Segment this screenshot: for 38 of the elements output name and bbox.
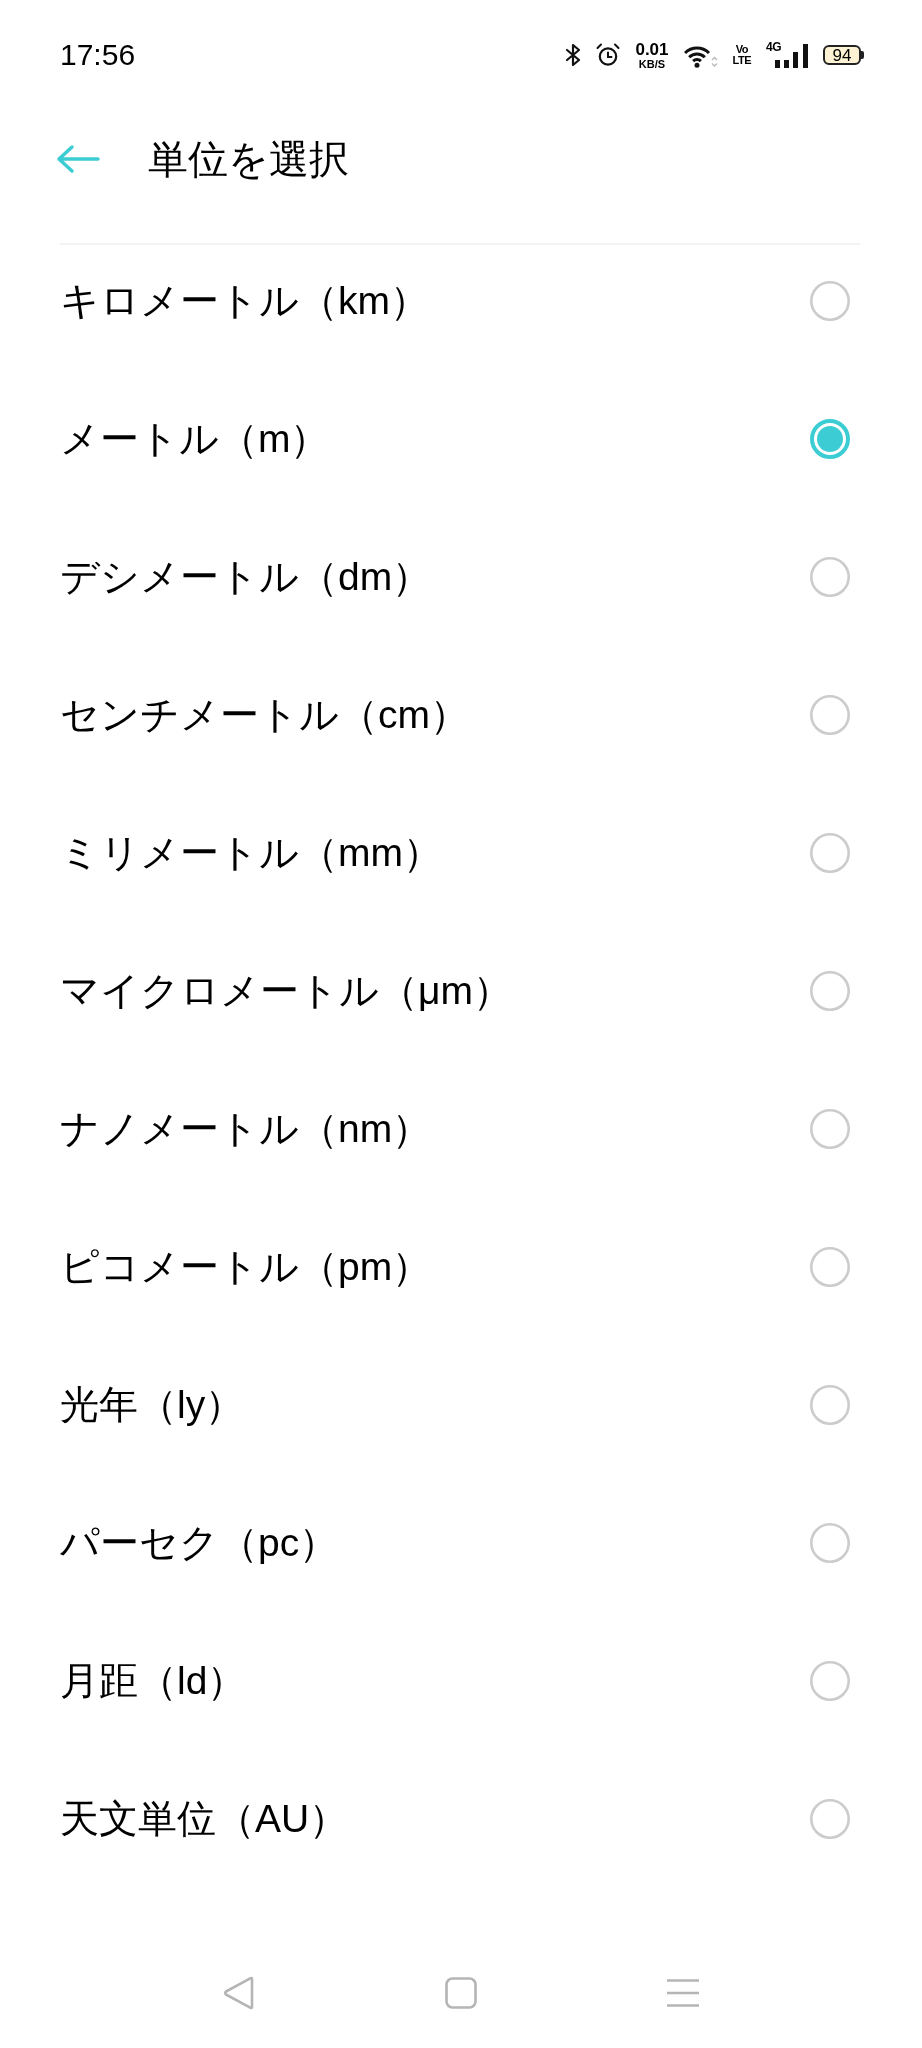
radio-button[interactable] [810,1247,850,1287]
unit-option-label[interactable]: マイクロメートル（μm） [60,967,512,1015]
status-time: 17:56 [60,40,136,70]
home-square-icon[interactable] [445,1977,477,2009]
unit-option-label[interactable]: デシメートル（dm） [60,553,432,601]
volte-label: LTE [732,55,751,66]
radio-button[interactable] [810,971,850,1011]
network-speed: 0.01 [635,40,669,58]
unit-option-label[interactable]: 月距（ld） [60,1657,247,1705]
unit-option-label[interactable]: センチメートル（cm） [60,691,469,739]
radio-button[interactable] [810,1661,850,1701]
unit-option-label[interactable]: ナノメートル（nm） [60,1105,432,1153]
menu-icon[interactable] [667,1979,699,2007]
radio-button[interactable] [810,1523,850,1563]
radio-button[interactable] [810,1799,850,1839]
unit-option-label[interactable]: ピコメートル（pm） [60,1243,432,1291]
radio-button[interactable] [810,695,850,735]
volte-label: Vo [735,44,748,55]
radio-button[interactable] [810,833,850,873]
unit-option-label[interactable]: 天文単位（AU） [60,1795,349,1843]
unit-option-label[interactable]: メートル（m） [60,415,330,463]
radio-button[interactable] [810,557,850,597]
unit-option-label[interactable]: キロメートル（km） [60,277,429,325]
radio-button[interactable] [810,281,850,321]
radio-button[interactable] [810,1109,850,1149]
unit-option-label[interactable]: パーセク（pc） [60,1519,339,1567]
back-arrow-icon[interactable] [56,144,100,174]
radio-button[interactable] [810,1385,850,1425]
battery-indicator: 94 [823,45,864,65]
unit-option-label[interactable]: ミリメートル（mm） [60,829,442,877]
alarm-clock-icon [596,43,621,67]
radio-button[interactable] [810,419,850,459]
unit-option-label[interactable]: 光年（ly） [60,1381,245,1429]
network-type: 4G [766,40,781,53]
bluetooth-icon [565,43,582,67]
speed-unit: KB/S [638,58,666,70]
page-title: 単位を選択 [148,136,349,183]
back-triangle-icon[interactable] [223,1976,255,2010]
